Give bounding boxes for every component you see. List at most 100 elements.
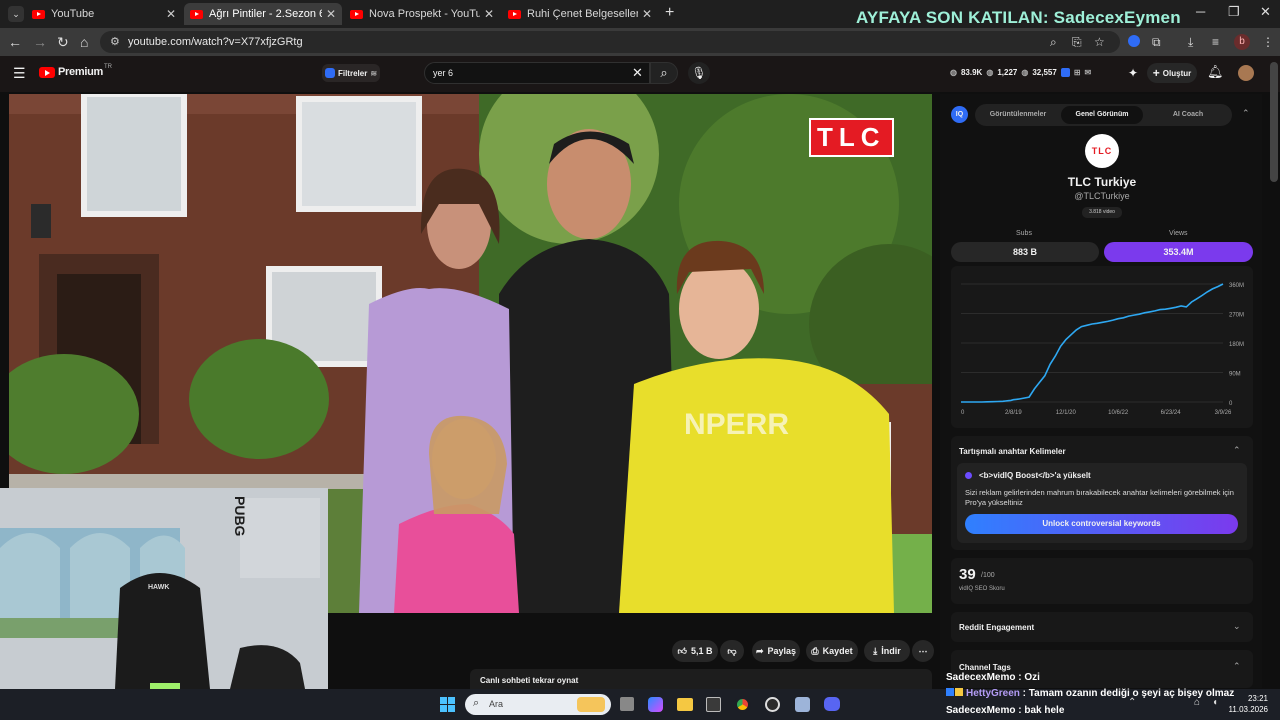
views-chart-card: 360M 270M 180M 90M 0 0 2/8/19 12/1/20 10/6/22 6/2…: [951, 266, 1253, 428]
extension-vidiq-icon[interactable]: [1128, 35, 1140, 47]
vidiq-extension-icon[interactable]: ✦: [1128, 66, 1138, 80]
obs-icon[interactable]: [765, 697, 780, 712]
install-icon[interactable]: ⎘: [1072, 35, 1082, 50]
subs-value-button[interactable]: 883 B: [951, 242, 1099, 262]
views-growth-chart: 360M 270M 180M 90M 0 0 2/8/19 12/1/20 10/6/22 6/2…: [961, 283, 1244, 416]
youtube-logo[interactable]: Premium TR: [39, 64, 112, 78]
chat-bubble-icon[interactable]: ✉: [1085, 68, 1092, 77]
share-label: Paylaş: [767, 646, 797, 656]
stat-a: 83.9K: [960, 68, 983, 77]
like-button[interactable]: 👍︎ 5,1 B: [672, 640, 718, 662]
download-arrow-icon: ⤓: [873, 645, 878, 656]
browser-menu-icon[interactable]: ⋮: [1262, 35, 1274, 49]
save-button[interactable]: ⎙ Kaydet: [806, 640, 858, 662]
tab-views[interactable]: Görüntülenmeler: [981, 106, 1055, 124]
search-button[interactable]: ⌕: [650, 62, 678, 84]
vidiq-mini-icon[interactable]: [1060, 68, 1070, 77]
store-icon[interactable]: [706, 697, 721, 712]
chrome-icon[interactable]: [734, 696, 751, 713]
page-scrollbar[interactable]: [1270, 62, 1278, 182]
tab-nova-prospekt[interactable]: Nova Prospekt - YouTube ✕: [344, 3, 500, 25]
hamburger-menu-icon[interactable]: ☰: [13, 65, 26, 82]
replay-chat-label: Canlı sohbeti tekrar oynat: [480, 676, 579, 685]
download-icon[interactable]: ⤓: [1188, 35, 1193, 50]
app-icon[interactable]: [795, 697, 810, 712]
minimize-icon[interactable]: ─: [1196, 4, 1205, 19]
tab-close-icon[interactable]: ✕: [642, 7, 652, 21]
translate-icon[interactable]: ⊞: [1074, 68, 1081, 77]
reddit-engagement-card[interactable]: Reddit Engagement ⌄: [951, 612, 1253, 642]
save-label: Kaydet: [822, 646, 853, 656]
download-button[interactable]: ⤓ İndir: [864, 640, 910, 662]
channel-avatar: TLC: [1085, 134, 1119, 168]
chat-text: : Tamam ozanın dediği o şeyi aç bişey ol…: [1019, 688, 1235, 699]
filters-button[interactable]: Filtreler ≋: [322, 64, 380, 82]
unlock-keywords-button[interactable]: Unlock controversial keywords: [965, 514, 1238, 534]
youtube-favicon-icon: [508, 9, 521, 19]
url-field[interactable]: ⚙ youtube.com/watch?v=X77xfjzGRtg ⌕ ⎘ ☆: [100, 31, 1120, 53]
maximize-icon[interactable]: ❐: [1228, 4, 1240, 20]
close-window-icon[interactable]: ✕: [1260, 4, 1271, 20]
reload-icon[interactable]: ↻: [57, 34, 69, 51]
channel-handle: @TLCTurkiye: [1074, 191, 1130, 201]
seo-score: 39: [959, 566, 976, 583]
chart-x-tick-label: 10/6/22: [1108, 410, 1129, 416]
stat-c: 32,557: [1032, 68, 1057, 77]
webcam-overlay: HAWK PUBG: [0, 488, 328, 689]
expand-chevron-icon[interactable]: ⌄: [1233, 621, 1241, 632]
tab-ruhi-cenet[interactable]: Ruhi Çenet Belgeselleri - YouTube ✕: [502, 3, 658, 25]
chat-user: HettyGreen: [966, 688, 1020, 699]
collapse-chevron-icon[interactable]: ⌃: [1242, 108, 1250, 119]
taskbar-search[interactable]: ⌕ Ara: [465, 694, 611, 715]
forward-arrow-icon[interactable]: →: [33, 34, 47, 50]
address-bar-row: ← → ↻ ⌂ ⚙ youtube.com/watch?v=X77xfjzGRt…: [0, 28, 1280, 56]
voice-search-button[interactable]: 🎙︎: [688, 62, 710, 84]
controversial-title: Tartışmalı anahtar Kelimeler: [959, 447, 1066, 456]
clear-search-icon[interactable]: ✕: [632, 65, 643, 81]
browser-tab-bar: ⌄ YouTube ✕ Ağrı Pintiler - 2.Sezon 6.Bö…: [0, 0, 1280, 28]
live-chat-replay-bar[interactable]: Canlı sohbeti tekrar oynat: [470, 669, 932, 689]
more-actions-button[interactable]: ⋯: [912, 640, 934, 662]
account-avatar[interactable]: [1238, 65, 1254, 81]
share-button[interactable]: ➦ Paylaş: [752, 640, 800, 662]
search-input[interactable]: yer 6 ✕: [424, 62, 650, 84]
tab-close-icon[interactable]: ✕: [326, 7, 336, 21]
tab-list-chevron-icon[interactable]: ⌄: [8, 6, 24, 22]
controversial-keywords-card: Tartışmalı anahtar Kelimeler ⌃ <b>vidIQ …: [951, 436, 1253, 550]
tab-ai-coach[interactable]: AI Coach: [1149, 106, 1227, 124]
site-info-icon[interactable]: ⚙: [110, 35, 120, 48]
region-code: TR: [103, 64, 112, 70]
zoom-icon[interactable]: ⌕: [1050, 35, 1057, 50]
create-button[interactable]: + Oluştur: [1147, 63, 1197, 83]
tab-close-icon[interactable]: ✕: [166, 7, 176, 21]
youtube-play-logo-icon: [39, 66, 55, 78]
home-icon[interactable]: ⌂: [80, 34, 88, 50]
task-view-icon[interactable]: [620, 697, 634, 711]
profile-avatar[interactable]: b: [1234, 34, 1250, 50]
tab-overview[interactable]: Genel Görünüm: [1061, 106, 1143, 124]
chat-text: : Ozi: [1015, 672, 1040, 683]
stat-bar: ◍ 83.9K ◍ 1,227 ◍ 32,557 ⊞ ✉: [950, 68, 1091, 77]
bookmark-star-icon[interactable]: ☆: [1094, 35, 1105, 49]
windows-start-icon[interactable]: [440, 697, 455, 712]
youtube-favicon-icon: [190, 9, 203, 19]
dislike-button[interactable]: 👎︎: [720, 640, 744, 662]
notifications-bell-icon[interactable]: 🔔︎: [1207, 64, 1224, 80]
stat-globe-icon: ◍: [950, 68, 957, 77]
views-value-button[interactable]: 353.4M: [1104, 242, 1253, 262]
tab-agri-pintiler[interactable]: Ağrı Pintiler - 2.Sezon 6.Bölüm ✕: [184, 3, 342, 25]
tab-youtube[interactable]: YouTube ✕: [26, 3, 182, 25]
tab-close-icon[interactable]: ✕: [484, 7, 494, 21]
extensions-puzzle-icon[interactable]: ⧉: [1152, 35, 1161, 50]
copilot-icon[interactable]: [648, 697, 663, 712]
media-control-icon[interactable]: ≡: [1212, 35, 1219, 49]
thumbs-up-icon: 👍︎: [677, 645, 687, 656]
vidiq-badge[interactable]: IQ: [951, 106, 968, 123]
file-explorer-icon[interactable]: [677, 698, 693, 711]
discord-icon[interactable]: [824, 697, 840, 711]
collapse-chevron-icon[interactable]: ⌃: [1233, 445, 1241, 456]
back-arrow-icon[interactable]: ←: [8, 34, 22, 50]
boost-description: Sizi reklam gelirlerinden mahrum bırakab…: [965, 488, 1234, 507]
tab-label: Ağrı Pintiler - 2.Sezon 6.Bölüm: [209, 8, 322, 20]
new-tab-button[interactable]: +: [665, 4, 674, 22]
